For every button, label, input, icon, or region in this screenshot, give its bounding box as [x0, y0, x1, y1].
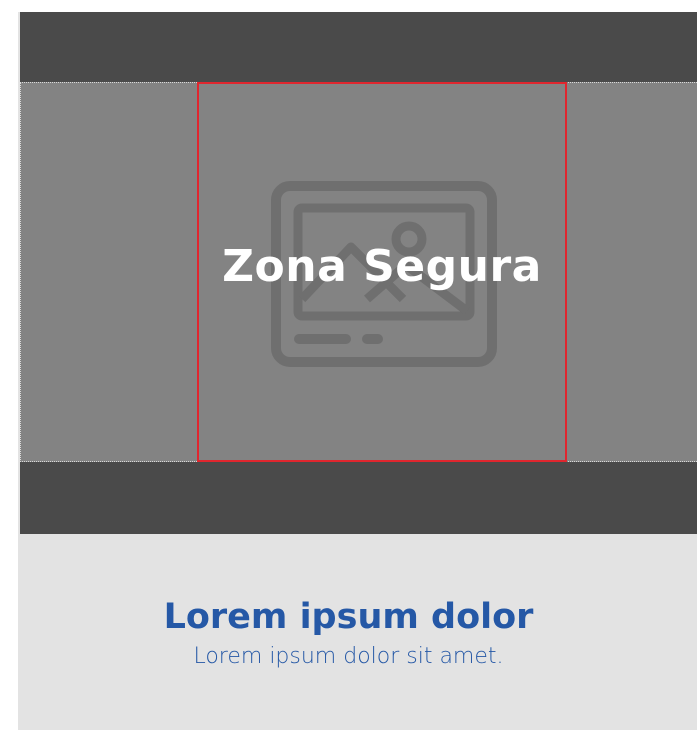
safe-zone-label: Zona Segura	[222, 241, 542, 292]
card-title: Lorem ipsum dolor	[163, 597, 534, 637]
media-preview: Zona Segura	[20, 12, 697, 534]
card-subtitle: Lorem ipsum dolor sit amet.	[193, 644, 504, 669]
card-text: Lorem ipsum dolor Lorem ipsum dolor sit …	[0, 534, 697, 672]
content-card: Zona Segura Lorem ipsum dolor Lorem ipsu…	[18, 12, 697, 730]
safe-zone-frame: Zona Segura	[197, 82, 567, 462]
